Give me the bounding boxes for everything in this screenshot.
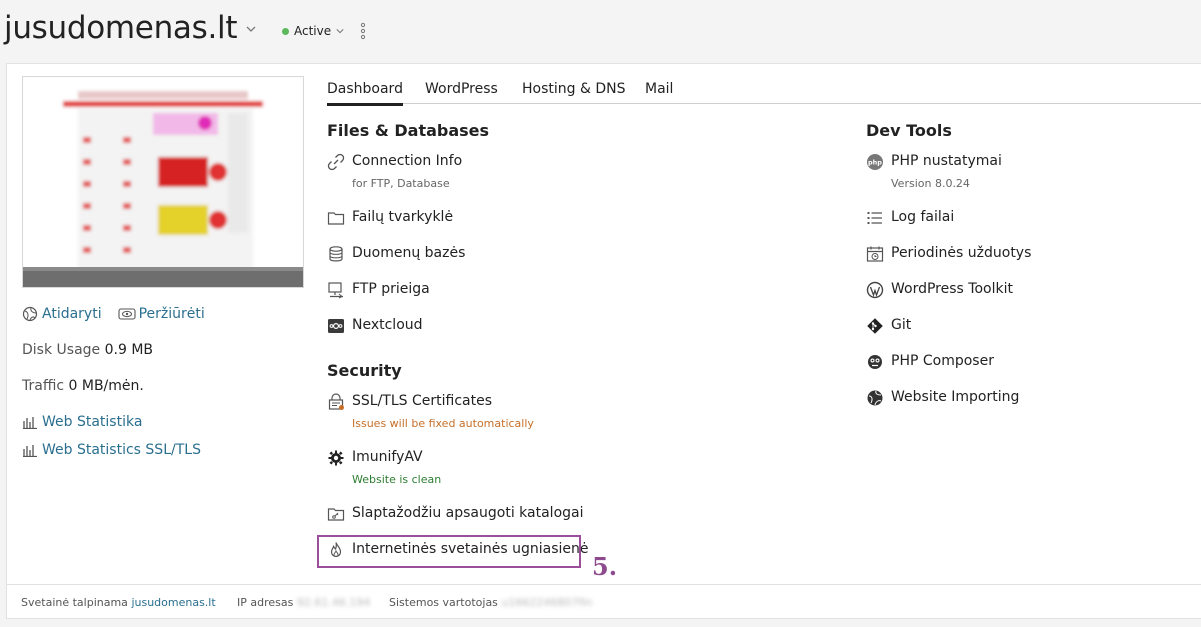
preview-site-link[interactable]: Peržiūrėti — [139, 306, 205, 322]
web-stats-item[interactable]: Web Statistika — [22, 414, 142, 430]
ftp-access-label[interactable]: FTP prieiga — [352, 281, 430, 297]
tab-bar: Dashboard WordPress Hosting & DNS Mail — [327, 76, 1201, 106]
more-options-icon[interactable] — [359, 22, 367, 40]
ip-address-info: IP adresas 92.61.46.194 — [237, 596, 370, 609]
traffic-value: 0 MB/mėn. — [68, 378, 144, 394]
web-stats-ssl-item[interactable]: Web Statistics SSL/TLS — [22, 442, 201, 458]
locked-folder-icon — [327, 508, 345, 521]
status-label: Active — [294, 24, 332, 38]
gear-shield-icon — [328, 450, 344, 466]
databases-item[interactable]: Duomenų bazės — [327, 245, 465, 263]
eye-icon — [118, 308, 136, 320]
list-icon — [867, 212, 882, 224]
wordpress-toolkit-label[interactable]: WordPress Toolkit — [891, 281, 1013, 297]
password-protected-dirs-label[interactable]: Slaptažodžiu apsaugoti katalogai — [352, 505, 584, 521]
databases-label[interactable]: Duomenų bazės — [352, 245, 465, 261]
connection-info-label[interactable]: Connection Info — [352, 153, 462, 169]
folder-icon — [327, 212, 345, 225]
git-label[interactable]: Git — [891, 317, 911, 333]
bar-chart-icon — [23, 417, 37, 429]
chevron-down-icon — [336, 29, 344, 34]
files-databases-title: Files & Databases — [327, 121, 490, 140]
database-icon — [329, 246, 343, 262]
tab-dashboard[interactable]: Dashboard — [327, 81, 403, 106]
firewall-highlight-box — [317, 535, 581, 568]
imunifyav-item[interactable]: ImunifyAV — [327, 449, 423, 467]
ip-address-value: 92.61.46.194 — [296, 596, 371, 609]
website-preview-thumbnail[interactable] — [22, 76, 304, 288]
file-manager-item[interactable]: Failų tvarkyklė — [327, 209, 453, 227]
imunifyav-label[interactable]: ImunifyAV — [352, 449, 423, 465]
nextcloud-item[interactable]: Nextcloud — [327, 317, 423, 335]
globe-icon — [22, 306, 38, 322]
web-stats-ssl-link[interactable]: Web Statistics SSL/TLS — [42, 442, 201, 458]
php-settings-label[interactable]: PHP nustatymai — [891, 153, 1002, 169]
nextcloud-icon — [328, 319, 344, 333]
system-user-info: Sistemos vartotojas u1662246807fin — [389, 596, 592, 609]
svg-text:php: php — [868, 159, 882, 167]
domain-card: Atidaryti Peržiūrėti Disk Usage 0.9 MB T… — [6, 63, 1201, 619]
connection-info-item[interactable]: Connection Info — [327, 153, 462, 171]
ftp-access-item[interactable]: FTP prieiga — [327, 281, 430, 299]
step-number-label: 5. — [592, 552, 618, 581]
log-files-label[interactable]: Log failai — [891, 209, 954, 225]
git-icon — [867, 318, 883, 334]
website-importing-label[interactable]: Website Importing — [891, 389, 1019, 405]
page-header: jusudomenas.lt Active — [0, 0, 1201, 62]
composer-icon — [868, 355, 882, 369]
chevron-down-icon[interactable] — [246, 24, 256, 34]
status-dot-icon — [282, 27, 289, 35]
php-composer-label[interactable]: PHP Composer — [891, 353, 994, 369]
link-icon — [327, 153, 345, 171]
bar-chart-icon — [23, 445, 37, 457]
globe-import-icon — [867, 390, 883, 406]
traffic-label: Traffic — [22, 378, 65, 394]
php-icon: php — [867, 154, 883, 170]
disk-usage-label: Disk Usage — [22, 342, 101, 358]
tab-wordpress[interactable]: WordPress — [425, 81, 498, 103]
traffic: Traffic 0 MB/mėn. — [22, 378, 144, 394]
ssl-certificates-item[interactable]: SSL/TLS Certificates — [327, 393, 492, 411]
nextcloud-label[interactable]: Nextcloud — [352, 317, 423, 333]
git-item[interactable]: Git — [866, 317, 911, 335]
web-stats-link[interactable]: Web Statistika — [42, 414, 142, 430]
certificate-lock-icon — [328, 393, 344, 410]
wordpress-icon — [866, 281, 884, 299]
password-protected-dirs-item[interactable]: Slaptažodžiu apsaugoti katalogai — [327, 505, 584, 523]
scheduled-tasks-label[interactable]: Periodinės užduotys — [891, 245, 1031, 261]
security-title: Security — [327, 361, 402, 380]
log-files-item[interactable]: Log failai — [866, 209, 954, 227]
tab-mail[interactable]: Mail — [645, 81, 673, 103]
php-settings-item[interactable]: php PHP nustatymai — [866, 153, 1002, 171]
dev-tools-title: Dev Tools — [866, 121, 952, 140]
ssl-status-text: Issues will be fixed automatically — [352, 417, 534, 430]
file-manager-label[interactable]: Failų tvarkyklė — [352, 209, 453, 225]
php-version-text: Version 8.0.24 — [891, 177, 970, 190]
card-footer: Svetainė talpinama jusudomenas.lt IP adr… — [7, 584, 1201, 620]
system-user-label: Sistemos vartotojas — [389, 596, 498, 609]
ssl-certificates-label[interactable]: SSL/TLS Certificates — [352, 393, 492, 409]
system-user-value: u1662246807fin — [501, 596, 593, 609]
disk-usage-value: 0.9 MB — [104, 342, 154, 358]
hosted-on-link[interactable]: jusudomenas.lt — [131, 596, 215, 609]
imunifyav-status-text: Website is clean — [352, 473, 442, 486]
wordpress-toolkit-item[interactable]: WordPress Toolkit — [866, 281, 1013, 299]
hosted-on-info: Svetainė talpinama jusudomenas.lt — [21, 596, 216, 609]
connection-info-subtitle: for FTP, Database — [352, 177, 450, 190]
tab-hosting-dns[interactable]: Hosting & DNS — [522, 81, 625, 103]
scheduled-tasks-item[interactable]: Periodinės užduotys — [866, 245, 1031, 263]
domain-title[interactable]: jusudomenas.lt — [4, 10, 238, 46]
site-actions: Atidaryti Peržiūrėti — [22, 306, 205, 322]
disk-usage: Disk Usage 0.9 MB — [22, 342, 153, 358]
ip-address-label: IP adresas — [237, 596, 294, 609]
website-screenshot-image — [23, 77, 303, 287]
open-site-link[interactable]: Atidaryti — [42, 306, 102, 322]
hosted-on-label: Svetainė talpinama — [21, 596, 128, 609]
website-importing-item[interactable]: Website Importing — [866, 389, 1019, 407]
status-dropdown[interactable]: Active — [282, 24, 344, 38]
calendar-clock-icon — [866, 246, 884, 262]
ftp-monitor-icon — [328, 282, 343, 299]
php-composer-item[interactable]: PHP Composer — [866, 353, 994, 371]
